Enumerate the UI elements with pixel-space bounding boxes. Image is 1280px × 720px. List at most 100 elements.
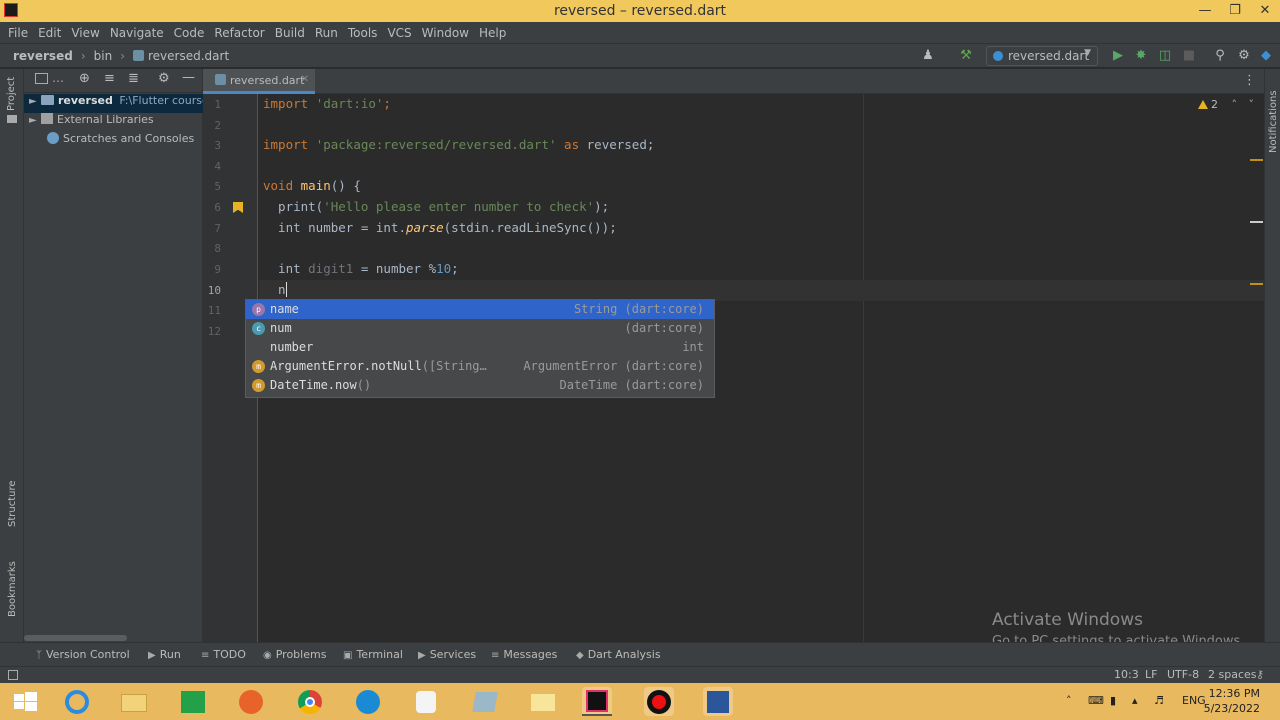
gear-icon[interactable]: ⚙: [158, 71, 170, 86]
tool-messages[interactable]: ≡ Messages: [491, 648, 557, 661]
completion-item[interactable]: number int: [246, 338, 714, 357]
bookmarks-tool-window-tab[interactable]: Bookmarks: [7, 561, 18, 617]
warning-stripe-mark[interactable]: [1250, 283, 1263, 285]
tray-expand-icon[interactable]: ˄: [1066, 694, 1072, 707]
tray-network-status-icon[interactable]: ⌨: [1088, 694, 1104, 707]
stop-icon[interactable]: ■: [1181, 48, 1197, 64]
menu-build[interactable]: Build: [275, 26, 305, 40]
tab-label: reversed.dart: [230, 74, 305, 87]
project-tool-window-tab[interactable]: Project: [6, 77, 17, 111]
tree-item-reversed[interactable]: ► reversed F:\Flutter course-: [24, 94, 203, 113]
windows-start-icon[interactable]: [10, 687, 40, 716]
intellij-taskbar-icon[interactable]: [582, 687, 612, 716]
warning-icon: [1198, 100, 1208, 109]
tool-terminal[interactable]: ▣ Terminal: [343, 648, 403, 661]
language-indicator[interactable]: ENG: [1182, 694, 1206, 707]
recorder-icon[interactable]: [644, 687, 674, 716]
panel-layout-icon[interactable]: [35, 73, 48, 84]
gear-icon[interactable]: ⚙: [1236, 48, 1252, 64]
menu-navigate[interactable]: Navigate: [110, 26, 164, 40]
close-tab-icon[interactable]: ✕: [301, 74, 309, 85]
tool-version-control[interactable]: ᛉ Version Control: [36, 648, 130, 661]
menu-refactor[interactable]: Refactor: [214, 26, 264, 40]
lock-icon[interactable]: ⚷: [1256, 668, 1264, 681]
debug-icon[interactable]: ✸: [1133, 48, 1149, 64]
word-icon[interactable]: [703, 687, 733, 716]
caret-stripe-mark[interactable]: [1250, 221, 1263, 223]
tool-todo[interactable]: ≡ TODO: [201, 648, 246, 661]
more-vertical-icon[interactable]: ⋮: [1243, 73, 1256, 88]
horizontal-scrollbar[interactable]: [24, 635, 127, 641]
chevron-down-icon[interactable]: ˅: [1249, 98, 1255, 111]
breadcrumb-folder[interactable]: bin: [94, 49, 113, 63]
bookmark-icon[interactable]: [233, 202, 243, 213]
maximize-button[interactable]: ❐: [1220, 0, 1250, 22]
run-configuration-dropdown[interactable]: reversed.dart ▼: [986, 46, 1098, 66]
search-icon[interactable]: ⚲: [1212, 48, 1228, 64]
minimize-button[interactable]: —: [1190, 0, 1220, 22]
internet-explorer-icon[interactable]: [62, 687, 92, 716]
chevron-up-icon[interactable]: ˄: [1232, 98, 1238, 111]
build-hammer-icon[interactable]: ⚒: [958, 48, 974, 64]
menu-code[interactable]: Code: [174, 26, 205, 40]
notifications-tool-window-tab[interactable]: Notifications: [1268, 90, 1279, 153]
menu-vcs[interactable]: VCS: [387, 26, 411, 40]
chrome-icon[interactable]: [295, 687, 325, 716]
run-icon[interactable]: ▶: [1110, 48, 1126, 64]
windows-taskbar: ˄ ⌨ ▮ ▴ ♬ ENG 12:36 PM 5/23/2022: [0, 683, 1280, 720]
more-icon[interactable]: …: [52, 71, 64, 85]
chevron-right-icon[interactable]: ►: [29, 115, 41, 126]
completion-item[interactable]: m DateTime.now() DateTime (dart:core): [246, 376, 714, 395]
coverage-icon[interactable]: ◫: [1157, 48, 1173, 64]
tree-item-scratches[interactable]: Scratches and Consoles: [24, 132, 194, 151]
menu-view[interactable]: View: [71, 26, 99, 40]
tab-reversed-dart[interactable]: reversed.dart ✕: [203, 69, 315, 94]
breadcrumb-file[interactable]: reversed.dart: [133, 49, 229, 63]
store-icon[interactable]: [178, 687, 208, 716]
firefox-icon[interactable]: [236, 687, 266, 716]
tree-item-external-libraries[interactable]: ► External Libraries: [24, 113, 154, 132]
menu-run[interactable]: Run: [315, 26, 338, 40]
menu-tools[interactable]: Tools: [348, 26, 378, 40]
volume-icon[interactable]: ♬: [1154, 694, 1164, 707]
menu-file[interactable]: File: [8, 26, 28, 40]
menu-window[interactable]: Window: [422, 26, 469, 40]
completion-item[interactable]: p name String (dart:core): [246, 300, 714, 319]
line-separator[interactable]: LF: [1145, 668, 1157, 681]
tool-problems[interactable]: ◉ Problems: [263, 648, 326, 661]
clock-date: 5/23/2022: [1203, 702, 1260, 715]
breadcrumb-project[interactable]: reversed: [13, 49, 73, 63]
structure-tool-window-tab[interactable]: Structure: [7, 480, 18, 527]
edge-icon[interactable]: [353, 687, 383, 716]
battery-icon[interactable]: ▮: [1110, 694, 1116, 707]
warning-stripe-mark[interactable]: [1250, 159, 1263, 161]
collapse-all-icon[interactable]: ≣: [128, 71, 139, 86]
menu-edit[interactable]: Edit: [38, 26, 61, 40]
caret-position[interactable]: 10:3: [1114, 668, 1139, 681]
chevron-down-icon: ▼: [1084, 48, 1091, 58]
indent-setting[interactable]: 2 spaces: [1208, 668, 1257, 681]
file-encoding[interactable]: UTF-8: [1167, 668, 1199, 681]
user-icon[interactable]: ♟: [920, 48, 936, 64]
tool-services[interactable]: ▶ Services: [418, 648, 476, 661]
file-explorer-icon[interactable]: [119, 687, 149, 716]
scratches-icon: [47, 132, 59, 144]
locate-icon[interactable]: ⊕: [79, 71, 90, 86]
tool-run[interactable]: ▶ Run: [148, 648, 181, 661]
completion-item[interactable]: m ArgumentError.notNull([String… Argumen…: [246, 357, 714, 376]
app-icon[interactable]: [411, 687, 441, 716]
inspection-widget[interactable]: 2 ˄ ˅: [1198, 98, 1254, 111]
wifi-icon[interactable]: ▴: [1132, 694, 1138, 707]
close-window-button[interactable]: ✕: [1250, 0, 1280, 22]
panel-toggle-icon[interactable]: [8, 670, 18, 680]
app-icon[interactable]: [528, 687, 558, 716]
chevron-right-icon[interactable]: ►: [29, 96, 41, 107]
menu-help[interactable]: Help: [479, 26, 506, 40]
hide-panel-icon[interactable]: —: [182, 70, 195, 85]
app-icon[interactable]: [470, 687, 500, 716]
completion-item[interactable]: c num (dart:core): [246, 319, 714, 338]
system-clock[interactable]: 12:36 PM 5/23/2022: [1204, 686, 1260, 716]
jetbrains-logo-icon[interactable]: ◆: [1258, 48, 1274, 64]
tool-dart-analysis[interactable]: ◆ Dart Analysis: [576, 648, 661, 661]
expand-all-icon[interactable]: ≡: [104, 71, 115, 86]
